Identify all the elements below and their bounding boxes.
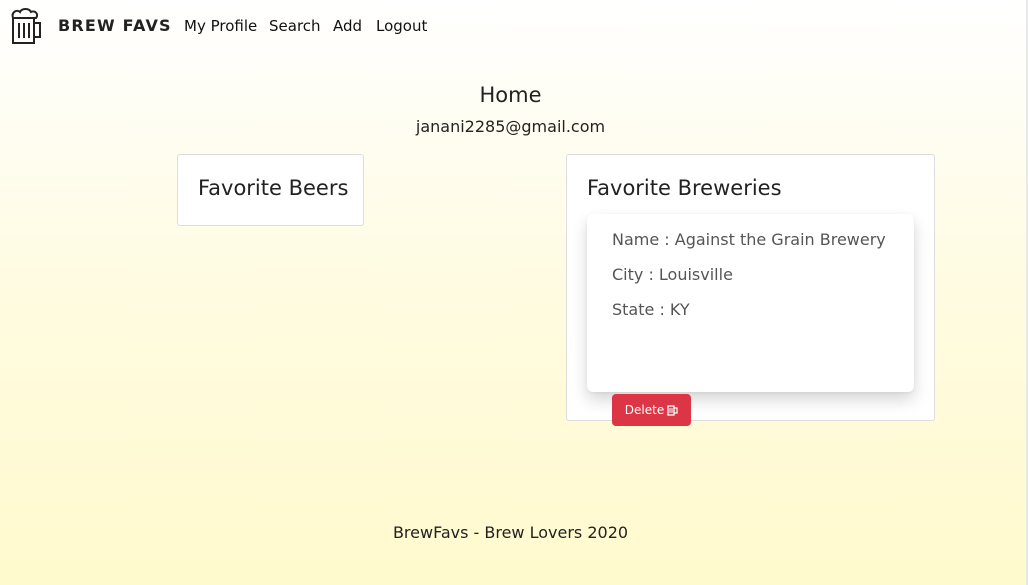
brewery-state: State : KY [612,300,690,319]
favorite-beers-panel: Favorite Beers [177,154,364,226]
delete-button[interactable]: Delete [612,394,691,426]
delete-label: Delete [624,403,665,417]
favorite-breweries-panel: Favorite Breweries Name : Against the Gr… [566,154,935,426]
brewery-city: City : Louisville [612,265,733,284]
beer-mug-icon [667,404,678,416]
nav-logout[interactable]: Logout [376,17,427,35]
nav-add[interactable]: Add [333,17,362,35]
footer-text: BrewFavs - Brew Lovers 2020 [392,523,629,542]
brewery-card: Name : Against the Grain Brewery City : … [587,214,914,426]
user-email: janani2285@gmail.com [415,117,606,136]
nav-search[interactable]: Search [269,17,321,35]
brewery-name: Name : Against the Grain Brewery [612,230,886,249]
page-title: Home [479,83,542,107]
favorite-breweries-title: Favorite Breweries [587,176,782,200]
nav-my-profile[interactable]: My Profile [184,17,257,35]
beer-mug-icon[interactable] [8,6,44,46]
brand-name[interactable]: BREW FAVS [58,16,172,35]
navbar: BREW FAVS My Profile Search Add Logout [0,0,1028,52]
favorite-beers-title: Favorite Beers [198,176,349,200]
